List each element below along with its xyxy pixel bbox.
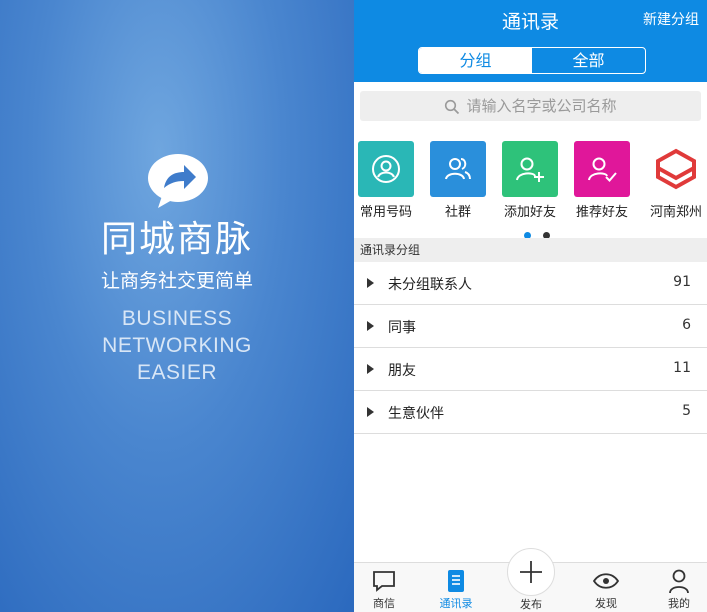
user-icon — [649, 567, 707, 595]
expand-arrow-icon — [367, 364, 374, 374]
recommend-friend-icon — [574, 141, 630, 197]
shortcut-carousel: 常用号码 社群 添加好友 推荐好友 河南郑州 — [354, 130, 707, 239]
share-bubble-logo-icon — [148, 154, 208, 208]
shortcut-label: 河南郑州 — [649, 205, 702, 220]
group-row-business-partners[interactable]: 生意伙伴 5 — [354, 391, 707, 434]
search-placeholder: 请输入名字或公司名称 — [466, 97, 617, 115]
group-icon — [430, 141, 486, 197]
eye-icon — [576, 567, 636, 595]
tab-label: 商信 — [373, 597, 395, 610]
group-count: 91 — [673, 274, 691, 290]
shortcut-label: 推荐好友 — [575, 205, 628, 220]
search-icon — [445, 99, 460, 114]
group-name: 生意伙伴 — [388, 406, 444, 422]
section-header: 通讯录分组 — [354, 238, 707, 262]
shortcut-henan-zhengzhou[interactable]: 河南郑州 — [646, 141, 706, 220]
group-row-friends[interactable]: 朋友 11 — [354, 348, 707, 391]
shortcut-common-numbers[interactable]: 常用号码 — [356, 141, 416, 220]
search-area: 请输入名字或公司名称 — [354, 82, 707, 130]
tagline-line: NETWORKING — [102, 334, 252, 357]
group-row-ungrouped[interactable]: 未分组联系人 91 — [354, 262, 707, 305]
tab-group[interactable]: 分组 — [419, 48, 532, 73]
group-list: 未分组联系人 91 同事 6 朋友 11 生意伙伴 5 — [354, 262, 707, 434]
shortcut-community[interactable]: 社群 — [428, 141, 488, 220]
contact-card-icon — [358, 141, 414, 197]
publish-button[interactable] — [507, 548, 555, 596]
tagline-line: EASIER — [136, 361, 218, 384]
publish-label: 发布 — [520, 598, 542, 611]
contacts-screen: 通讯录 新建分组 分组 全部 请输入名字或公司名称 常用号码 社群 添加好友 推… — [354, 0, 707, 612]
contacts-book-icon — [426, 567, 486, 595]
tab-label: 通讯录 — [439, 597, 473, 610]
shortcut-label: 常用号码 — [359, 205, 412, 220]
group-row-colleagues[interactable]: 同事 6 — [354, 305, 707, 348]
henan-zhengzhou-logo — [648, 141, 704, 197]
app-slogan: 让商务社交更简单 — [100, 270, 253, 292]
shortcut-add-friend[interactable]: 添加好友 — [500, 141, 560, 220]
tab-discover[interactable]: 发现 — [576, 567, 636, 611]
add-friend-icon — [502, 141, 558, 197]
group-count: 11 — [673, 360, 691, 376]
segment-control: 分组 全部 — [418, 47, 646, 74]
tagline-line: BUSINESS — [121, 307, 233, 330]
group-name: 未分组联系人 — [388, 277, 472, 293]
group-name: 朋友 — [388, 363, 416, 379]
tab-me[interactable]: 我的 — [649, 567, 707, 611]
app-name: 同城商脉 — [100, 219, 253, 260]
tab-all[interactable]: 全部 — [532, 48, 645, 73]
splash-screen: 同城商脉 让商务社交更简单 BUSINESS NETWORKING EASIER — [0, 0, 354, 612]
english-tagline: BUSINESS NETWORKING EASIER — [0, 305, 354, 386]
tab-label: 我的 — [668, 597, 690, 610]
expand-arrow-icon — [367, 278, 374, 288]
group-count: 6 — [682, 317, 691, 333]
group-count: 5 — [682, 403, 691, 419]
search-input[interactable]: 请输入名字或公司名称 — [360, 91, 701, 121]
group-name: 同事 — [388, 320, 416, 336]
top-bar: 通讯录 新建分组 分组 全部 — [354, 0, 707, 82]
expand-arrow-icon — [367, 321, 374, 331]
new-group-button[interactable]: 新建分组 — [643, 9, 699, 29]
expand-arrow-icon — [367, 407, 374, 417]
chat-icon — [354, 567, 414, 595]
tab-contacts[interactable]: 通讯录 — [426, 567, 486, 611]
shortcut-label: 社群 — [444, 205, 471, 220]
tab-label: 发现 — [595, 597, 617, 610]
shortcut-label: 添加好友 — [503, 205, 556, 220]
plus-icon — [520, 561, 542, 583]
tab-messages[interactable]: 商信 — [354, 567, 414, 611]
shortcut-recommend-friend[interactable]: 推荐好友 — [572, 141, 632, 220]
